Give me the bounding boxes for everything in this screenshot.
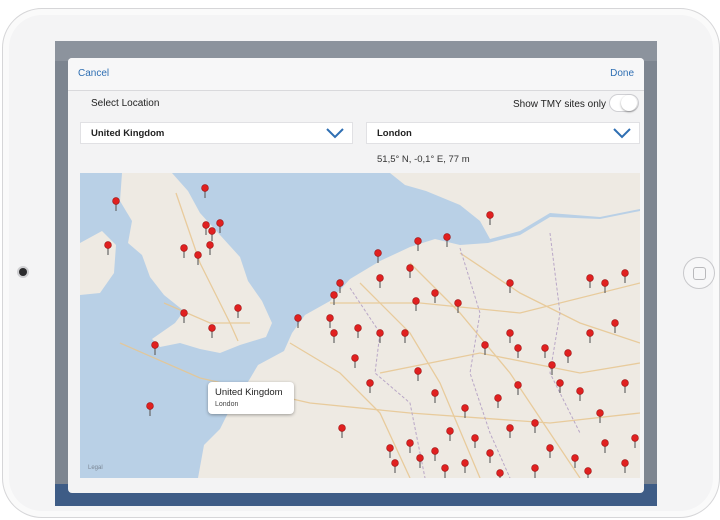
country-select[interactable]: United Kingdom xyxy=(80,122,353,144)
map-callout[interactable]: United Kingdom London xyxy=(208,382,294,414)
callout-title: United Kingdom xyxy=(215,387,283,398)
done-button[interactable]: Done xyxy=(610,68,634,79)
city-select-value: London xyxy=(377,128,412,139)
toggle-knob xyxy=(621,95,637,111)
select-location-label: Select Location xyxy=(91,98,160,109)
screen: Cancel Done Select Location Show TMY sit… xyxy=(55,41,657,506)
chevron-down-icon xyxy=(613,128,631,139)
home-button[interactable] xyxy=(683,257,715,289)
cancel-button[interactable]: Cancel xyxy=(78,68,109,79)
coordinates-readout: 51,5° N, -0,1° E, 77 m xyxy=(377,154,470,165)
map-view[interactable]: United Kingdom London Legal xyxy=(80,173,640,478)
location-picker-sheet: Cancel Done Select Location Show TMY sit… xyxy=(68,58,644,493)
chevron-down-icon xyxy=(326,128,344,139)
callout-subtitle: London xyxy=(215,401,239,408)
map-pin-group[interactable] xyxy=(103,184,640,478)
tmy-toggle-label: Show TMY sites only xyxy=(513,99,607,110)
city-select[interactable]: London xyxy=(366,122,640,144)
tmy-sites-toggle[interactable] xyxy=(609,94,639,112)
country-select-value: United Kingdom xyxy=(91,128,165,139)
map-pins-layer xyxy=(103,184,640,478)
sheet-navbar: Cancel Done xyxy=(68,58,644,91)
tablet-device: Cancel Done Select Location Show TMY sit… xyxy=(2,8,720,518)
camera-icon xyxy=(19,268,27,276)
map-legal-link[interactable]: Legal xyxy=(88,465,103,471)
